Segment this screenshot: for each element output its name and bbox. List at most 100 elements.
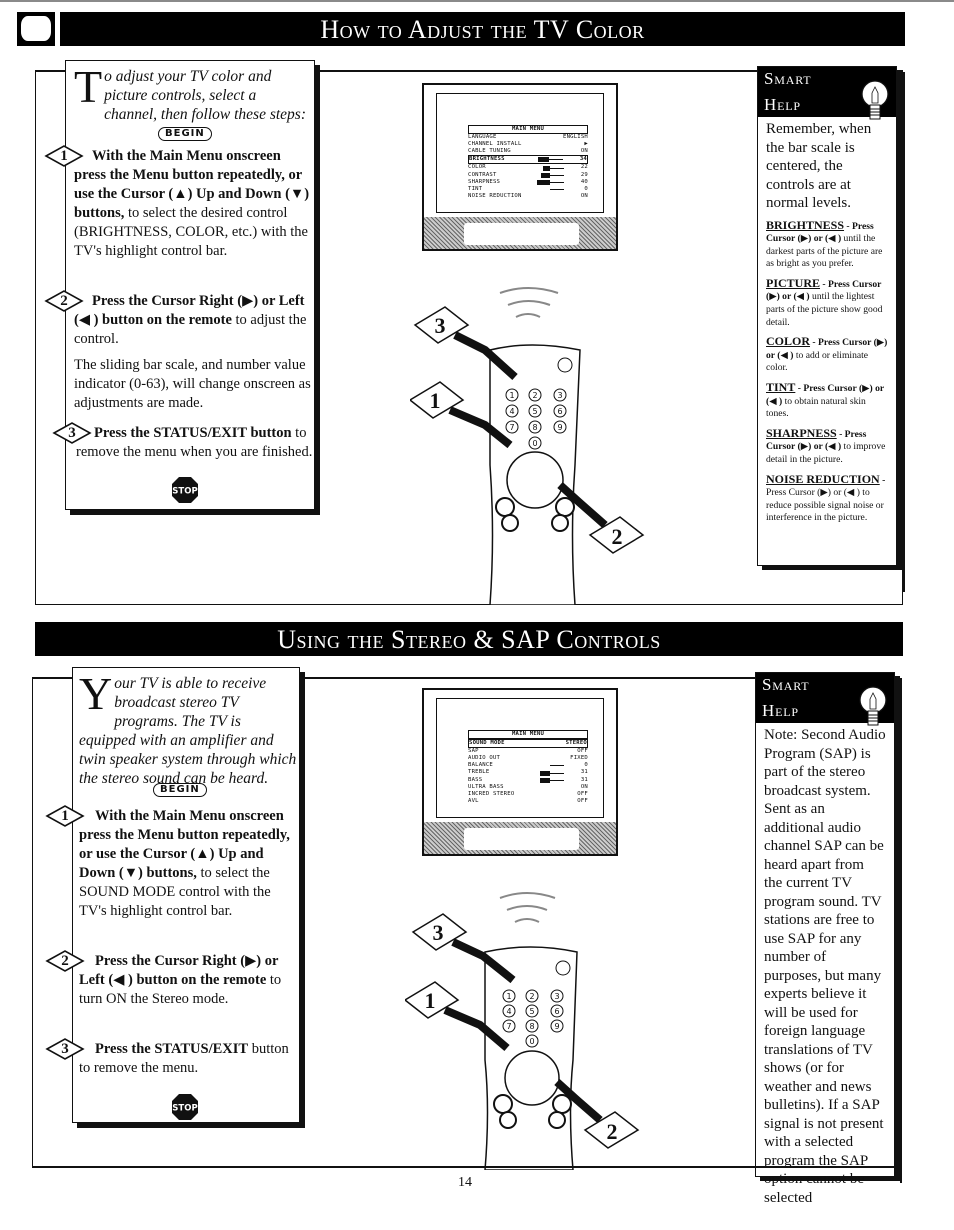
menu-slider-bar: [550, 763, 564, 768]
menu-row-label: ULTRA BASS: [468, 783, 504, 790]
vol-down-button: [499, 1111, 517, 1129]
svg-text:9: 9: [554, 1022, 559, 1031]
svg-text:3: 3: [554, 992, 559, 1001]
smart-help-tip: PICTURE - Press Cursor (▶) or (◀ ) until…: [758, 271, 896, 329]
ch-down-button: [551, 514, 569, 532]
menu-row-value: FIXED: [570, 755, 588, 762]
menu-row-label: NOISE REDUCTION: [468, 192, 522, 199]
menu-row: LANGUAGE ENGLISH: [468, 134, 588, 141]
step-1-text: With the Main Menu onscreen press the Me…: [74, 147, 312, 261]
svg-text:2: 2: [612, 524, 623, 549]
stop-label: STOP: [172, 1104, 197, 1114]
svg-text:3: 3: [435, 313, 446, 338]
menu-header: MAIN MENU: [468, 125, 588, 135]
intro-text: To adjust your TV color and picture cont…: [74, 64, 312, 124]
step-bold: Press the STATUS/EXIT: [95, 1041, 249, 1057]
svg-text:2: 2: [529, 992, 534, 1001]
menu-row-label: INCRED STEREO: [468, 790, 515, 797]
svg-text:9: 9: [557, 423, 562, 432]
menu-row: TINT 0: [468, 186, 588, 193]
step-2-text: Press the Cursor Right (▶) or Left (◀ ) …: [79, 952, 297, 1009]
vol-up-button: [493, 1094, 513, 1114]
vol-up-button: [495, 497, 515, 517]
step-3-text: Press the STATUS/EXIT button to remove t…: [79, 1040, 297, 1078]
svg-text:4: 4: [506, 1007, 511, 1016]
svg-text:8: 8: [529, 1022, 534, 1031]
menu-row: BRIGHTNESS 34: [468, 155, 588, 165]
svg-text:2: 2: [532, 391, 537, 400]
tv-screen-sound-menu: MAIN MENU SOUND MODE STEREO SAP OFF AUDIO OU…: [422, 688, 618, 856]
cursor-pad: [504, 1050, 560, 1106]
tip-term: BRIGHTNESS: [766, 217, 845, 232]
tv-speaker-grille: [424, 217, 616, 249]
menu-slider-bar: [543, 165, 564, 171]
tip-term: TINT: [766, 380, 796, 395]
menu-header: MAIN MENU: [468, 730, 588, 740]
menu-row: SAP OFF: [468, 748, 588, 755]
power-button: [555, 960, 571, 976]
menu-row-label: CHANNEL INSTALL: [468, 141, 522, 148]
menu-row: SHARPNESS 40: [468, 179, 588, 186]
tip-action: -: [879, 474, 886, 486]
svg-text:1: 1: [430, 388, 441, 413]
frame-rule: [300, 677, 760, 679]
menu-slider-bar: [538, 157, 563, 163]
menu-row: SOUND MODE STEREO: [468, 739, 588, 749]
menu-row-value: 0: [584, 185, 588, 192]
tip-term: COLOR: [766, 334, 811, 349]
svg-text:4: 4: [509, 407, 514, 416]
page-number: 14: [458, 1175, 472, 1190]
step-3-text: Press the STATUS/EXIT button to remove t…: [76, 424, 314, 462]
bottom-rule: [32, 1166, 902, 1168]
ch-up-button: [555, 497, 575, 517]
tip-term: PICTURE: [766, 275, 821, 290]
menu-row-label: LANGUAGE: [468, 134, 497, 141]
menu-row-value: ▶: [584, 141, 588, 148]
tip-term: NOISE REDUCTION: [766, 471, 880, 486]
step-1-text: With the Main Menu onscreen press the Me…: [79, 807, 297, 921]
menu-row-label: SAP: [468, 748, 479, 755]
menu-row: CHANNEL INSTALL ▶: [468, 141, 588, 148]
frame-rule: [32, 677, 72, 679]
menu-row-label: AUDIO OUT: [468, 755, 501, 762]
step-2-extra: The sliding bar scale, and number value …: [74, 357, 311, 411]
onscreen-main-menu: MAIN MENU LANGUAGE ENGLISH CHANNEL INSTALL…: [468, 125, 588, 200]
pointing-hand-callout-3: 3: [411, 913, 516, 984]
svg-text:3: 3: [557, 391, 562, 400]
ch-up-button: [552, 1094, 572, 1114]
remote-control-illustration: 1 2 3 4 5 6 7 8 9 0 3 1 2: [405, 892, 640, 1170]
svg-text:7: 7: [506, 1022, 511, 1031]
menu-row: BALANCE 0: [468, 762, 588, 769]
begin-badge: BEGIN: [158, 127, 212, 141]
step-bold: Press the Cursor Right (▶) or Left (◀ ) …: [79, 953, 279, 988]
menu-row: COLOR 22: [468, 164, 588, 171]
menu-row-label: COLOR: [468, 164, 486, 171]
stop-sign-icon: STOP: [172, 477, 198, 503]
smart-help-lead: Note: Second Audio Program (SAP) is part…: [764, 727, 886, 1206]
smart-help-tip: TINT - Press Cursor (▶) or (◀ ) to obtai…: [758, 375, 896, 421]
menu-row: CABLE TUNING ON: [468, 148, 588, 155]
svg-text:1: 1: [425, 988, 436, 1013]
step-2-text: Press the Cursor Right (▶) or Left (◀ ) …: [74, 292, 312, 349]
smart-help-tip: COLOR - Press Cursor (▶) or (◀ ) to add …: [758, 329, 896, 375]
menu-row: NOISE REDUCTION ON: [468, 193, 588, 200]
menu-row-label: AVL: [468, 797, 479, 804]
cursor-pad: [506, 451, 564, 509]
remote-control-illustration: 1 2 3 4 5 6 7 8 9 0 3 1 2: [410, 287, 645, 605]
menu-row-label: TINT: [468, 185, 483, 192]
column-rule: [903, 72, 905, 592]
section-title-tv-color: How to Adjust the TV Color: [60, 12, 905, 46]
top-rule: [0, 0, 954, 2]
tv-control-panel: [464, 223, 579, 245]
menu-row: ULTRA BASS ON: [468, 784, 588, 791]
stop-sign-icon: STOP: [172, 1094, 198, 1120]
tv-icon: [17, 12, 55, 46]
menu-row-value: ENGLISH: [563, 134, 588, 141]
menu-row-value: 29: [580, 171, 588, 178]
smart-help-tips: BRIGHTNESS - Press Cursor (▶) or (◀ ) un…: [758, 213, 896, 525]
menu-slider-bar: [540, 770, 564, 776]
menu-row: CONTRAST 29: [468, 172, 588, 179]
menu-row: AVL OFF: [468, 798, 588, 805]
menu-row-value: 40: [580, 178, 588, 185]
column-rule: [900, 678, 902, 1183]
